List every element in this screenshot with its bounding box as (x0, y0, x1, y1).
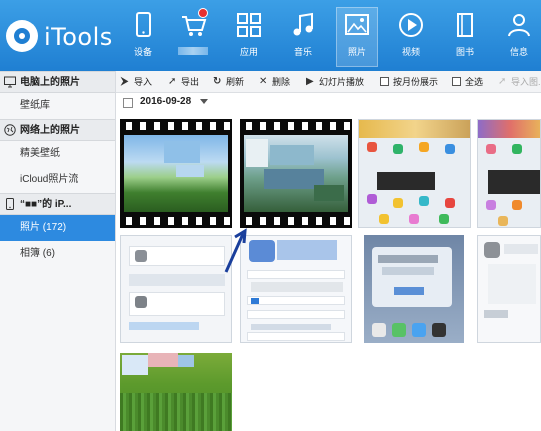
computer-icon (4, 76, 16, 88)
delete-icon: ✕ (259, 76, 268, 87)
thumbnail-image (124, 135, 228, 212)
nav-photos[interactable]: 照片 (336, 7, 378, 67)
nav-contacts[interactable]: 信息 (498, 8, 540, 66)
by-month-label: 按月份展示 (393, 77, 439, 87)
nav-apps[interactable]: 应用 (228, 8, 270, 66)
notification-badge (198, 8, 208, 18)
sidebar-item-featured-wallpapers[interactable]: 精美壁纸 (0, 141, 115, 167)
date-group-header: 2016-09-28 (116, 93, 541, 113)
refresh-label: 刷新 (226, 77, 245, 87)
nav-label: 音乐 (293, 47, 312, 57)
itools-logo-icon (6, 20, 38, 52)
export-label: 导出 (181, 77, 200, 87)
thumbnail-image (244, 135, 348, 212)
nav-music[interactable]: 音乐 (282, 8, 324, 66)
select-all-checkbox[interactable]: 全选 (452, 74, 483, 90)
app-name: iTools (44, 23, 113, 51)
contact-icon (508, 14, 530, 37)
section-computer-photos[interactable]: 电脑上的照片 (0, 71, 115, 93)
delete-label: 删除 (272, 77, 291, 87)
chevron-down-icon[interactable] (200, 99, 208, 104)
video-thumbnail[interactable] (240, 119, 352, 228)
sidebar-item-wallpaper-library[interactable]: 壁纸库 (0, 93, 115, 119)
export-button[interactable]: ➚ 导出 (168, 74, 199, 90)
import-button[interactable]: ⮞ 导入 (121, 74, 152, 90)
by-month-checkbox[interactable]: 按月份展示 (380, 74, 438, 90)
sidebar-item-albums[interactable]: 相簿 (6) (0, 241, 115, 267)
photo-thumbnail[interactable] (358, 119, 471, 228)
section-title: 网络上的照片 (20, 125, 80, 136)
nav-label-blurred (178, 47, 208, 55)
photo-thumbnail[interactable] (477, 119, 541, 228)
music-icon (293, 12, 313, 36)
refresh-icon: ↻ (213, 76, 222, 87)
nav-label: 信息 (509, 47, 528, 57)
section-device[interactable]: “■■”的 iP... (0, 193, 115, 215)
photo-thumbnail[interactable] (364, 235, 464, 343)
photo-toolbar: ⮞ 导入 ➚ 导出 ↻ 刷新 ✕ 删除 ▶ 幻灯片播放 按月份展示 全选 ➚ 导… (116, 71, 541, 93)
import-to-icon: ➚ (498, 76, 507, 87)
nav-label: 照片 (347, 47, 366, 57)
apps-icon (237, 13, 261, 37)
nav-video[interactable]: 视频 (390, 8, 432, 66)
photo-thumbnail[interactable] (120, 353, 232, 431)
section-title: “■■”的 iP... (20, 199, 72, 210)
phone-icon (6, 198, 14, 210)
photo-thumbnail[interactable] (240, 235, 352, 343)
checkbox[interactable] (452, 77, 461, 86)
device-icon (136, 12, 151, 37)
slideshow-button[interactable]: ▶ 幻灯片播放 (306, 74, 364, 90)
checkbox[interactable] (380, 77, 389, 86)
import-to-button[interactable]: ➚ 导入图... (498, 74, 541, 90)
import-label: 导入 (134, 77, 153, 87)
section-online-photos[interactable]: 网络上的照片 (0, 119, 115, 141)
photo-thumbnail[interactable] (120, 235, 232, 343)
photo-thumbnail[interactable] (477, 235, 541, 343)
section-title: 电脑上的照片 (20, 77, 80, 88)
globe-icon (4, 124, 16, 136)
export-icon: ➚ (168, 76, 177, 87)
import-icon: ⮞ (121, 76, 129, 87)
date-group-checkbox[interactable] (123, 98, 133, 108)
top-bar: iTools 设备 应用 音乐 照片 视频 图书 信息 (0, 0, 541, 71)
sidebar-item-icloud-stream[interactable]: iCloud照片流 (0, 167, 115, 193)
annotation-arrow-icon (224, 228, 247, 273)
slideshow-label: 幻灯片播放 (319, 77, 365, 87)
app-logo: iTools (6, 20, 116, 54)
nav-label: 设备 (133, 47, 152, 57)
delete-button[interactable]: ✕ 删除 (259, 74, 290, 90)
nav-label: 应用 (239, 47, 258, 57)
nav-store[interactable] (172, 8, 214, 66)
video-icon (399, 13, 423, 37)
sidebar: 电脑上的照片 壁纸库 网络上的照片 精美壁纸 iCloud照片流 “■■”的 i… (0, 71, 116, 431)
refresh-button[interactable]: ↻ 刷新 (213, 74, 244, 90)
photo-icon (345, 14, 369, 35)
main-nav: 设备 应用 音乐 照片 视频 图书 信息 (122, 0, 541, 71)
nav-device[interactable]: 设备 (122, 8, 164, 66)
nav-books[interactable]: 图书 (444, 8, 486, 66)
select-all-label: 全选 (465, 77, 484, 87)
play-icon: ▶ (306, 76, 314, 87)
nav-label: 视频 (401, 47, 420, 57)
book-icon (457, 13, 473, 37)
sidebar-item-photos[interactable]: 照片 (172) (0, 215, 115, 241)
video-thumbnail[interactable] (120, 119, 232, 228)
photo-grid (116, 113, 541, 431)
import-to-label: 导入图... (511, 77, 541, 87)
date-group-label: 2016-09-28 (140, 96, 192, 107)
nav-label: 图书 (455, 47, 474, 57)
